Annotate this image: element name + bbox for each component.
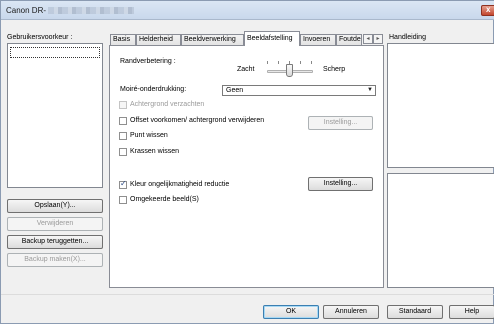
default-button[interactable]: Standaard <box>387 305 443 319</box>
user-preset-label: Gebruikersvoorkeur : <box>7 34 73 41</box>
preview-area <box>387 173 494 288</box>
background-smoothing-checkbox[interactable] <box>119 101 127 109</box>
offset-removal-checkbox[interactable] <box>119 117 127 125</box>
dialog-window: Canon DR- Gebruikersvoorkeur : Opslaan(Y… <box>0 0 494 324</box>
tab-panel-beeldafstelling <box>109 45 384 288</box>
title-bar[interactable]: Canon DR- <box>1 1 494 20</box>
scratch-removal-checkbox[interactable] <box>119 148 127 156</box>
color-drift-checkbox[interactable] <box>119 179 127 189</box>
tab-beeldverwerking[interactable]: Beeldverwerking <box>181 34 244 45</box>
background-smoothing-label: Achtergrond verzachten <box>130 101 205 108</box>
restore-backup-button[interactable]: Backup teruggetten... <box>7 235 103 249</box>
invert-image-checkbox[interactable] <box>119 196 127 204</box>
edge-max-label: Scherp <box>323 66 346 73</box>
tab-foutdetectie[interactable]: Foutde <box>336 34 362 45</box>
edge-slider-thumb[interactable] <box>286 64 293 77</box>
tab-scroll-right-button[interactable]: ▸ <box>373 34 383 44</box>
ok-button[interactable]: OK <box>263 305 319 319</box>
dot-removal-label: Punt wissen <box>130 132 168 139</box>
tab-invoeren[interactable]: Invoeren <box>300 34 336 45</box>
cancel-button[interactable]: Annuleren <box>323 305 379 319</box>
tab-beeldafstelling[interactable]: Beeldafstelling <box>244 31 300 46</box>
offset-removal-label: Offset voorkomen/ achtergrond verwijdere… <box>130 117 265 124</box>
preset-list-focus-item[interactable] <box>10 47 100 58</box>
redacted-title-blur <box>48 7 135 14</box>
moire-selected-value: Geen <box>226 87 244 94</box>
moire-reduction-label: Moiré-onderdrukking: <box>120 86 187 93</box>
color-drift-label: Kleur ongelijkmatigheid reductie <box>130 181 230 188</box>
color-drift-settings-button[interactable]: Instelling... <box>308 177 373 191</box>
dot-removal-checkbox[interactable] <box>119 132 127 140</box>
delete-preset-button[interactable]: Verwijderen <box>7 217 103 231</box>
tab-basis[interactable]: Basis <box>110 34 136 45</box>
tab-scroll-left-button[interactable]: ◂ <box>363 34 373 44</box>
window-title-text: Canon DR- <box>6 6 47 15</box>
window-title: Canon DR- <box>6 6 135 15</box>
edge-enhancement-label: Randverbetering : <box>120 58 176 65</box>
footer-divider <box>1 294 494 295</box>
edge-min-label: Zacht <box>237 66 255 73</box>
scratch-removal-label: Krassen wissen <box>130 148 180 155</box>
manual-label: Handleiding <box>389 34 426 41</box>
moire-reduction-select[interactable]: Geen ▼ <box>222 85 376 96</box>
chevron-down-icon: ▼ <box>367 87 373 93</box>
help-button[interactable]: Help <box>449 305 494 319</box>
offset-settings-button[interactable]: Instelling... <box>308 116 373 130</box>
user-preset-list[interactable] <box>7 43 103 188</box>
manual-text-area <box>387 43 494 168</box>
invert-image-label: Omgekeerde beeld(S) <box>130 196 199 203</box>
make-backup-button[interactable]: Backup maken(X)... <box>7 253 103 267</box>
save-preset-button[interactable]: Opslaan(Y)... <box>7 199 103 213</box>
close-button[interactable] <box>481 5 494 16</box>
tab-helderheid[interactable]: Helderheid <box>136 34 181 45</box>
